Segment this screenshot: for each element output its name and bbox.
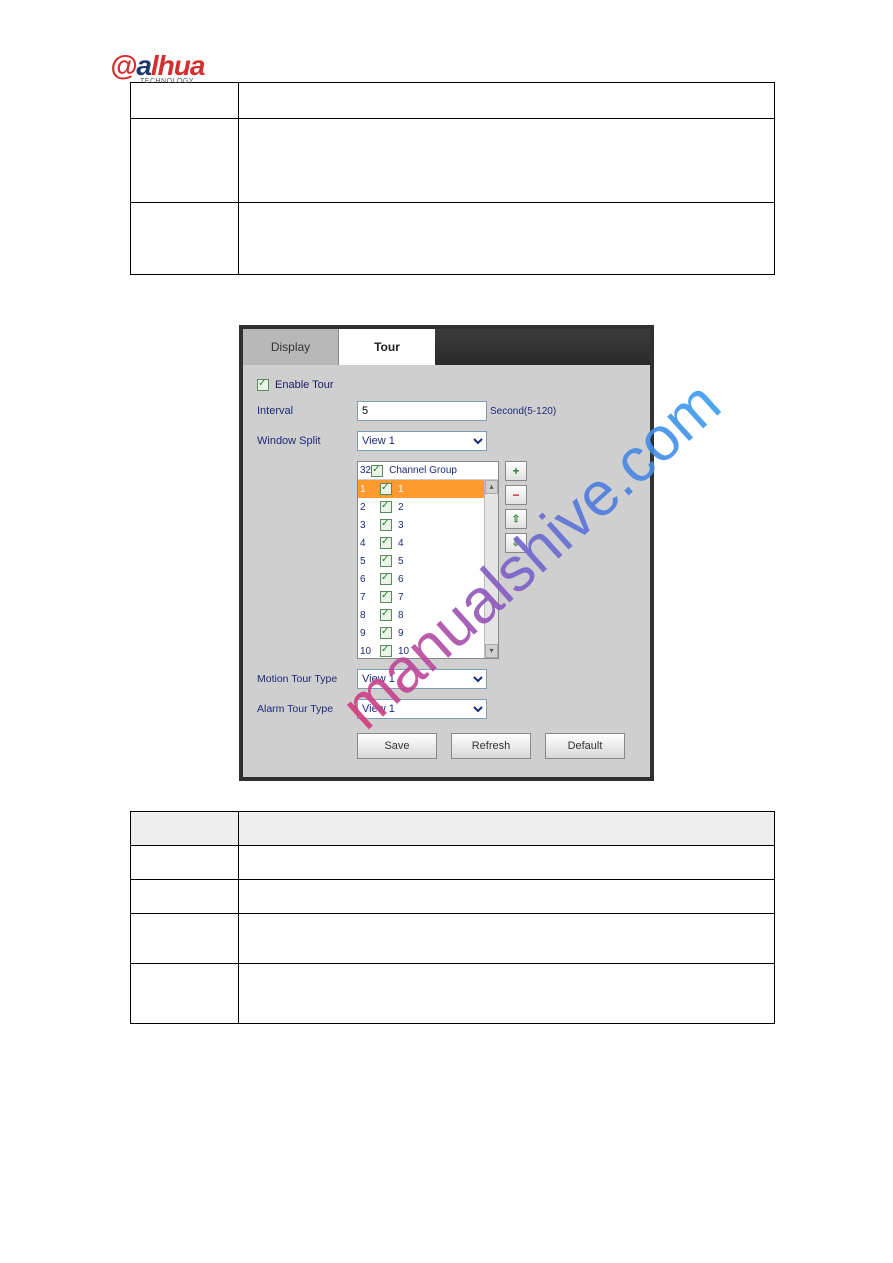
list-header-checkbox[interactable] <box>371 465 383 477</box>
row-checkbox[interactable] <box>380 483 392 495</box>
row-group: 1 <box>398 484 404 495</box>
table-row <box>131 203 775 275</box>
refresh-button[interactable]: Refresh <box>451 733 531 759</box>
row-group: 10 <box>398 646 409 657</box>
row-checkbox[interactable] <box>380 645 392 657</box>
row-checkbox[interactable] <box>380 519 392 531</box>
row-group: 5 <box>398 556 404 567</box>
desc-header <box>239 812 775 846</box>
param-cell <box>131 119 239 203</box>
window-split-select[interactable]: View 1 <box>357 431 487 451</box>
desc-cell <box>239 914 775 964</box>
tab-row: Display Tour <box>243 329 650 365</box>
table-row <box>131 846 775 880</box>
row-checkbox[interactable] <box>380 627 392 639</box>
list-item[interactable]: 77 <box>358 588 498 606</box>
interval-input[interactable] <box>357 401 487 421</box>
desc-cell <box>239 83 775 119</box>
tab-display[interactable]: Display <box>243 329 339 365</box>
row-group: 8 <box>398 610 404 621</box>
default-button[interactable]: Default <box>545 733 625 759</box>
row-checkbox[interactable] <box>380 573 392 585</box>
remove-button[interactable]: − <box>505 485 527 505</box>
list-item[interactable]: 99 <box>358 624 498 642</box>
list-item[interactable]: 1010 <box>358 642 498 658</box>
tab-empty <box>435 329 650 365</box>
row-group: 9 <box>398 628 404 639</box>
page: @alhua TECHNOLOGY Display Tour Enable T <box>0 0 893 1024</box>
list-item[interactable]: 11 <box>358 480 498 498</box>
list-item[interactable]: 33 <box>358 516 498 534</box>
list-item[interactable]: 66 <box>358 570 498 588</box>
list-body: 1122334455667788991010 ▴ ▾ <box>358 480 498 658</box>
motion-tour-label: Motion Tour Type <box>257 673 357 685</box>
row-checkbox[interactable] <box>380 555 392 567</box>
interval-unit: Second(5-120) <box>490 406 556 417</box>
list-header-label: Channel Group <box>389 465 457 476</box>
tour-panel: Enable Tour Interval Second(5-120) Windo… <box>243 365 650 777</box>
table-row <box>131 880 775 914</box>
add-button[interactable]: + <box>505 461 527 481</box>
row-group: 3 <box>398 520 404 531</box>
scroll-down[interactable]: ▾ <box>485 644 498 658</box>
tab-tour[interactable]: Tour <box>339 329 435 365</box>
list-header: 32 Channel Group <box>358 462 498 480</box>
logo-rest: lhua <box>151 50 205 81</box>
logo-prefix: @ <box>110 50 136 81</box>
param-table-lower <box>130 811 775 1024</box>
param-cell <box>131 203 239 275</box>
desc-cell <box>239 119 775 203</box>
figure-tour-panel: Display Tour Enable Tour Interval Second… <box>239 325 654 781</box>
logo-a: a <box>136 50 151 81</box>
row-checkbox[interactable] <box>380 591 392 603</box>
list-item[interactable]: 22 <box>358 498 498 516</box>
save-button[interactable]: Save <box>357 733 437 759</box>
desc-cell <box>239 846 775 880</box>
move-up-button[interactable]: ⇧ <box>505 509 527 529</box>
table-row <box>131 83 775 119</box>
interval-label: Interval <box>257 405 357 417</box>
row-group: 4 <box>398 538 404 549</box>
param-table-upper <box>130 82 775 275</box>
table-row <box>131 914 775 964</box>
row-group: 2 <box>398 502 404 513</box>
param-cell <box>131 914 239 964</box>
table-row <box>131 119 775 203</box>
desc-cell <box>239 203 775 275</box>
row-checkbox[interactable] <box>380 501 392 513</box>
table-header-row <box>131 812 775 846</box>
row-checkbox[interactable] <box>380 609 392 621</box>
list-header-count: 32 <box>360 465 371 476</box>
enable-tour-label: Enable Tour <box>275 379 334 391</box>
row-group: 7 <box>398 592 404 603</box>
list-item[interactable]: 88 <box>358 606 498 624</box>
param-cell <box>131 83 239 119</box>
channel-group-list: 32 Channel Group 1122334455667788991010 … <box>357 461 499 659</box>
move-down-button[interactable]: ⇩ <box>505 533 527 553</box>
param-cell <box>131 964 239 1024</box>
alarm-tour-label: Alarm Tour Type <box>257 703 357 715</box>
list-item[interactable]: 44 <box>358 534 498 552</box>
brand-logo: @alhua TECHNOLOGY <box>110 50 204 85</box>
param-cell <box>131 880 239 914</box>
scroll-up[interactable]: ▴ <box>485 480 498 494</box>
param-header <box>131 812 239 846</box>
alarm-tour-select[interactable]: View 1 <box>357 699 487 719</box>
row-group: 6 <box>398 574 404 585</box>
row-checkbox[interactable] <box>380 537 392 549</box>
scrollbar[interactable]: ▴ ▾ <box>484 480 498 658</box>
list-item[interactable]: 55 <box>358 552 498 570</box>
enable-tour-checkbox[interactable] <box>257 379 269 391</box>
table-row <box>131 964 775 1024</box>
desc-cell <box>239 880 775 914</box>
motion-tour-select[interactable]: View 1 <box>357 669 487 689</box>
desc-cell <box>239 964 775 1024</box>
window-split-label: Window Split <box>257 435 357 447</box>
param-cell <box>131 846 239 880</box>
